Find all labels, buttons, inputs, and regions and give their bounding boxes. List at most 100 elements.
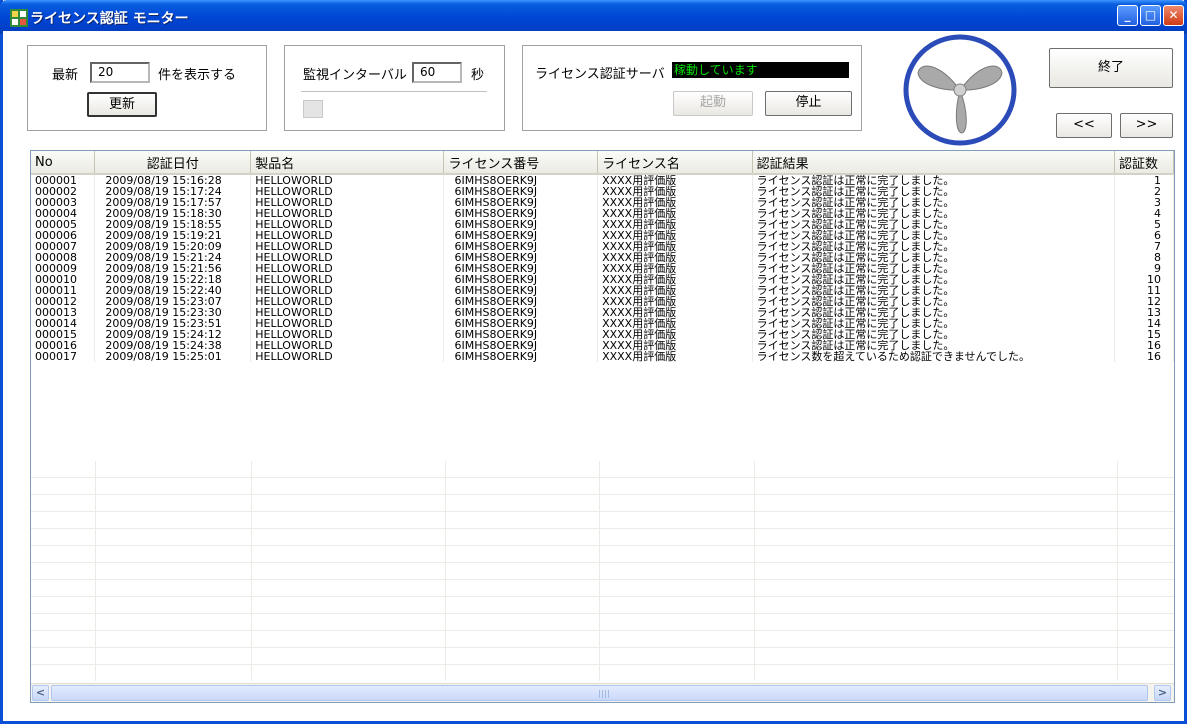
cell-product: HELLOWORLD [250,274,445,285]
column-header-license-number[interactable]: ライセンス番号 [443,151,599,175]
cell-product: HELLOWORLD [250,208,445,219]
column-separator [754,461,755,681]
table-row[interactable]: 000012 2009/08/19 15:23:07 HELLOWORLD 6IMHS… [31,296,1174,307]
interval-input[interactable]: 60 [412,62,462,83]
horizontal-scrollbar[interactable]: < > [31,683,1174,702]
cell-product: HELLOWORLD [250,174,445,186]
cell-count: 7 [1114,241,1174,252]
cell-product: HELLOWORLD [250,241,445,252]
table-row[interactable]: 000016 2009/08/19 15:24:38 HELLOWORLD 6IMHS… [31,340,1174,351]
cell-result: ライセンス認証は正常に完了しました。 [752,252,1116,263]
cell-result: ライセンス認証は正常に完了しました。 [752,186,1116,197]
cell-license-name: XXXX用評価版 [597,263,753,274]
table-row[interactable]: 000008 2009/08/19 15:21:24 HELLOWORLD 6IMHS… [31,252,1174,263]
cell-result: ライセンス認証は正常に完了しました。 [752,241,1116,252]
cell-result: ライセンス認証は正常に完了しました。 [752,274,1116,285]
table-row[interactable]: 000003 2009/08/19 15:17:57 HELLOWORLD 6IMHS… [31,197,1174,208]
cell-result: ライセンス認証は正常に完了しました。 [752,263,1116,274]
cell-license-name: XXXX用評価版 [597,208,753,219]
table-row[interactable]: 000006 2009/08/19 15:19:21 HELLOWORLD 6IMHS… [31,230,1174,241]
table-row[interactable]: 000010 2009/08/19 15:22:18 HELLOWORLD 6IMHS… [31,274,1174,285]
cell-count: 5 [1114,219,1174,230]
minimize-button[interactable]: _ [1117,5,1138,26]
column-header-count[interactable]: 認証数 [1114,151,1174,175]
cell-license-name: XXXX用評価版 [597,307,753,318]
column-header-no[interactable]: No [31,151,96,175]
table-row[interactable]: 000007 2009/08/19 15:20:09 HELLOWORLD 6IMHS… [31,241,1174,252]
column-header-date[interactable]: 認証日付 [94,151,252,175]
cell-no: 000003 [31,197,96,208]
empty-row-area [31,461,1174,681]
license-log-table[interactable]: No 認証日付 製品名 ライセンス番号 ライセンス名 認証結果 認証数 000001 2009… [30,150,1175,703]
close-button[interactable]: ✕ [1163,5,1184,26]
server-panel: ライセンス認証サーバ 稼動しています 起動 停止 [522,45,862,131]
server-status-indicator: 稼動しています [672,62,849,78]
cell-license-name: XXXX用評価版 [597,252,753,263]
cell-license-number: 6IMHS8OERK9J [443,230,599,241]
table-row[interactable]: 000009 2009/08/19 15:21:56 HELLOWORLD 6IMHS… [31,263,1174,274]
cell-date: 2009/08/19 15:21:24 [94,252,252,263]
table-row[interactable]: 000014 2009/08/19 15:23:51 HELLOWORLD 6IMHS… [31,318,1174,329]
table-row[interactable]: 000005 2009/08/19 15:18:55 HELLOWORLD 6IMHS… [31,219,1174,230]
cell-date: 2009/08/19 15:16:28 [94,174,252,186]
cell-license-number: 6IMHS8OERK9J [443,340,599,351]
cell-no: 000002 [31,186,96,197]
cell-no: 000012 [31,296,96,307]
cell-no: 000015 [31,329,96,340]
column-separator [1117,461,1118,681]
cell-date: 2009/08/19 15:22:18 [94,274,252,285]
column-header-result[interactable]: 認証結果 [752,151,1116,175]
cell-product: HELLOWORLD [250,351,445,362]
cell-result: ライセンス認証は正常に完了しました。 [752,174,1116,186]
maximize-button[interactable]: □ [1140,5,1161,26]
cell-date: 2009/08/19 15:19:21 [94,230,252,241]
cell-license-name: XXXX用評価版 [597,241,753,252]
cell-no: 000006 [31,230,96,241]
scroll-thumb[interactable] [51,685,1148,701]
display-count-input[interactable]: 20 [90,62,150,83]
cell-no: 000010 [31,274,96,285]
cell-date: 2009/08/19 15:23:30 [94,307,252,318]
scroll-left-icon[interactable]: < [32,685,49,701]
client-area: 最新 20 件を表示する 更新 監視インターバル 60 秒 ライセンス認証サーバ… [3,31,1184,721]
interval-progress-indicator [303,100,323,118]
start-button[interactable]: 起動 [673,91,753,116]
exit-button[interactable]: 終了 [1049,48,1173,88]
seconds-label: 秒 [471,68,485,83]
table-row[interactable]: 000001 2009/08/19 15:16:28 HELLOWORLD 6IMHS… [31,174,1174,186]
cell-result: ライセンス認証は正常に完了しました。 [752,329,1116,340]
cell-license-name: XXXX用評価版 [597,274,753,285]
cell-license-name: XXXX用評価版 [597,219,753,230]
prev-page-button[interactable]: << [1056,113,1112,138]
cell-product: HELLOWORLD [250,318,445,329]
cell-result: ライセンス認証は正常に完了しました。 [752,230,1116,241]
cell-count: 15 [1114,329,1174,340]
display-suffix-label: 件を表示する [158,68,237,83]
stop-button[interactable]: 停止 [765,91,852,116]
refresh-button[interactable]: 更新 [87,92,157,117]
table-row[interactable]: 000004 2009/08/19 15:18:30 HELLOWORLD 6IMHS… [31,208,1174,219]
table-row[interactable]: 000013 2009/08/19 15:23:30 HELLOWORLD 6IMHS… [31,307,1174,318]
column-header-license-name[interactable]: ライセンス名 [597,151,753,175]
cell-product: HELLOWORLD [250,252,445,263]
cell-count: 13 [1114,307,1174,318]
cell-result: ライセンス認証は正常に完了しました。 [752,318,1116,329]
interval-progress-track [301,91,487,92]
scroll-right-icon[interactable]: > [1154,685,1171,701]
table-row[interactable]: 000017 2009/08/19 15:25:01 HELLOWORLD 6IMHS… [31,351,1174,362]
table-row[interactable]: 000011 2009/08/19 15:22:40 HELLOWORLD 6IMHS… [31,285,1174,296]
cell-product: HELLOWORLD [250,263,445,274]
cell-date: 2009/08/19 15:17:24 [94,186,252,197]
next-page-button[interactable]: >> [1120,113,1173,138]
cell-product: HELLOWORLD [250,197,445,208]
column-header-product[interactable]: 製品名 [250,151,445,175]
title-bar[interactable]: ライセンス認証 モニター _ □ ✕ [0,0,1187,34]
column-separator [251,461,252,681]
cell-count: 12 [1114,296,1174,307]
app-icon [10,9,28,27]
table-row[interactable]: 000015 2009/08/19 15:24:12 HELLOWORLD 6IMHS… [31,329,1174,340]
cell-date: 2009/08/19 15:21:56 [94,263,252,274]
cell-date: 2009/08/19 15:22:40 [94,285,252,296]
table-row[interactable]: 000002 2009/08/19 15:17:24 HELLOWORLD 6IMHS… [31,186,1174,197]
cell-no: 000014 [31,318,96,329]
